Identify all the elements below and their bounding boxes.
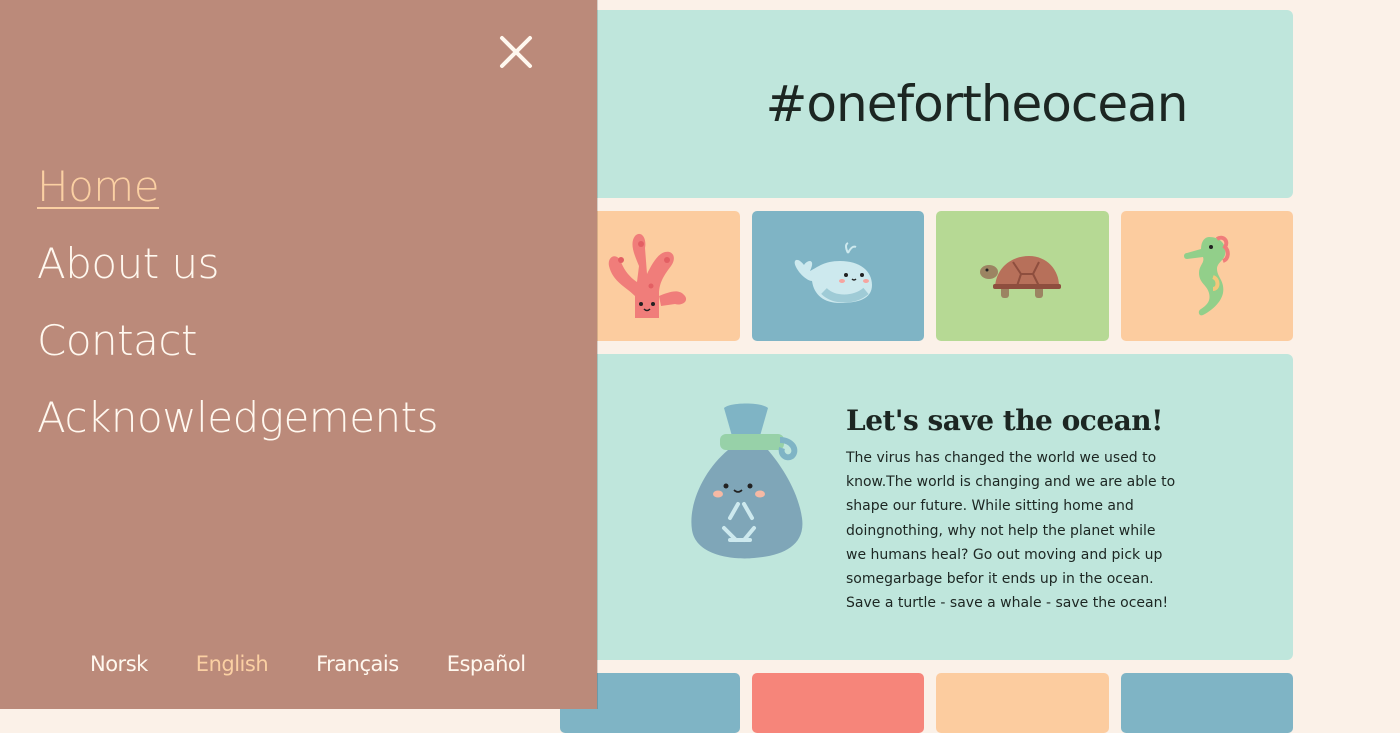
nav-link-acknowledgements[interactable]: Acknowledgements — [37, 379, 439, 456]
nav-link-home[interactable]: Home — [37, 148, 438, 225]
tile-row2-3[interactable] — [936, 673, 1109, 733]
lang-espanol[interactable]: Español — [447, 652, 526, 676]
nav-link-contact[interactable]: Contact — [37, 302, 438, 379]
coral-illustration — [608, 233, 687, 318]
seahorse-illustration — [1184, 235, 1230, 316]
nav-link-about-us[interactable]: About us — [37, 225, 438, 302]
lang-english[interactable]: English — [196, 652, 269, 676]
tile-turtle[interactable] — [936, 211, 1109, 341]
garbage-bag-illustration — [691, 403, 803, 559]
close-icon[interactable] — [496, 32, 536, 72]
language-switcher: Norsk English Français Español — [42, 644, 562, 684]
tile-row2-4[interactable] — [1121, 673, 1293, 733]
nav-drawer: Home About us Contact Acknowledgements N… — [0, 0, 597, 709]
whale-illustration — [794, 242, 872, 303]
article-card: Let's save the ocean! The virus has chan… — [560, 354, 1293, 660]
tile-seahorse[interactable] — [1121, 211, 1293, 341]
article-body: The virus has changed the world we used … — [846, 450, 1176, 612]
lang-norsk[interactable]: Norsk — [90, 652, 148, 676]
lang-francais[interactable]: Français — [316, 652, 399, 676]
tile-whale[interactable] — [752, 211, 924, 341]
hero-title: #onefortheocean — [765, 75, 1189, 133]
turtle-illustration — [979, 256, 1061, 298]
hero-banner: #onefortheocean — [560, 10, 1293, 198]
tile-row2-2[interactable] — [752, 673, 924, 733]
article-heading: Let's save the ocean! — [846, 404, 1163, 437]
drawer-nav: Home About us Contact Acknowledgements — [37, 148, 439, 456]
